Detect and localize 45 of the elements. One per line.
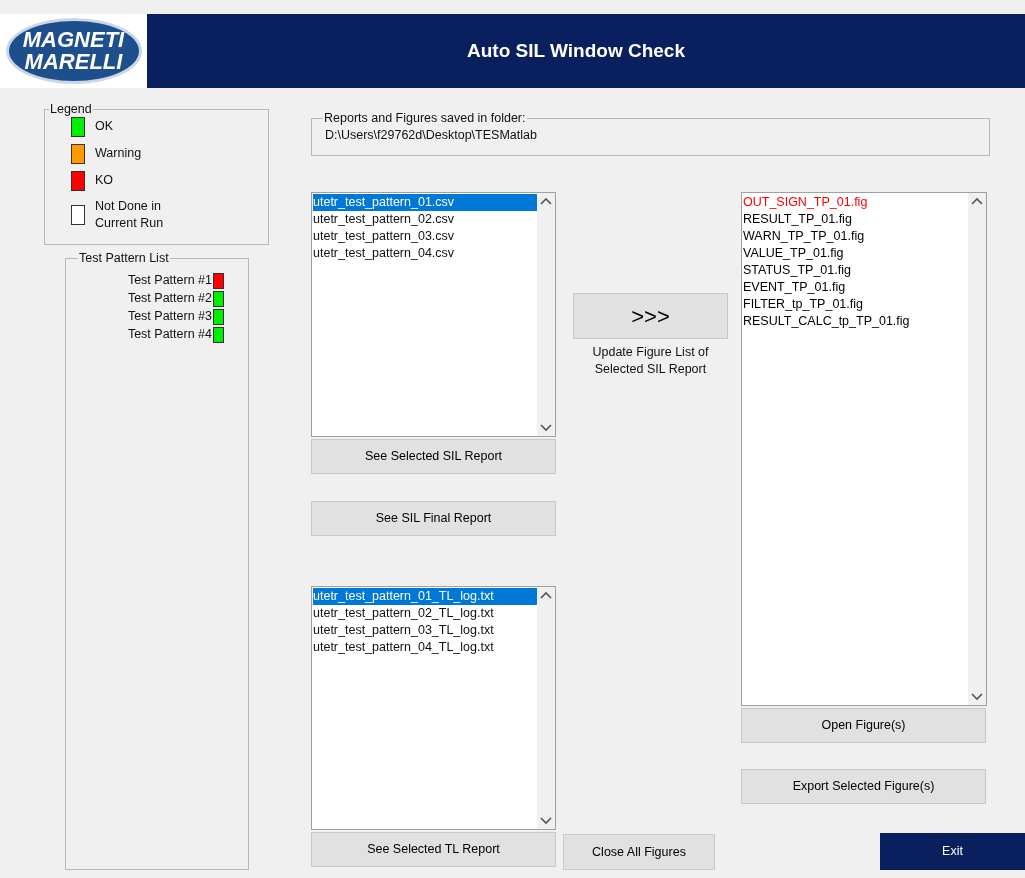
list-item[interactable]: utetr_test_pattern_02_TL_log.txt bbox=[313, 605, 537, 622]
scroll-up-icon[interactable] bbox=[540, 197, 552, 205]
test-pattern-title: Test Pattern List bbox=[78, 250, 170, 267]
update-button[interactable]: >>> bbox=[573, 293, 728, 339]
exit-button[interactable]: Exit bbox=[880, 833, 1025, 870]
test-pattern-label: Test Pattern #3 bbox=[127, 308, 212, 326]
list-item[interactable]: EVENT_TP_01.fig bbox=[743, 279, 968, 296]
test-pattern-label: Test Pattern #2 bbox=[127, 290, 212, 308]
update-caption: Update Figure List of Selected SIL Report bbox=[591, 344, 710, 378]
test-pattern-label: Test Pattern #4 bbox=[127, 326, 212, 344]
window-title: Auto SIL Window Check bbox=[467, 38, 685, 63]
list-item[interactable]: utetr_test_pattern_02.csv bbox=[313, 211, 537, 228]
action-button[interactable]: See Selected SIL Report bbox=[311, 439, 556, 474]
list-item[interactable]: RESULT_TP_01.fig bbox=[743, 211, 968, 228]
list-item[interactable]: utetr_test_pattern_03_TL_log.txt bbox=[313, 622, 537, 639]
legend-label: Warning bbox=[95, 145, 143, 163]
list-item[interactable]: STATUS_TP_01.fig bbox=[743, 262, 968, 279]
list-item[interactable]: VALUE_TP_01.fig bbox=[743, 245, 968, 262]
logo: MAGNETI MARELLI bbox=[5, 18, 142, 84]
legend-label: KO bbox=[95, 172, 115, 190]
list-item[interactable]: FILTER_tp_TP_01.fig bbox=[743, 296, 968, 313]
legend-label: Not Done in Current Run bbox=[95, 197, 165, 232]
scroll-down-icon[interactable] bbox=[971, 693, 983, 701]
list-item[interactable]: WARN_TP_TP_01.fig bbox=[743, 228, 968, 245]
action-button[interactable]: Open Figure(s) bbox=[741, 708, 986, 743]
scroll-down-icon[interactable] bbox=[540, 817, 552, 825]
list-item[interactable]: OUT_SIGN_TP_01.fig bbox=[743, 194, 968, 211]
list-item[interactable]: RESULT_CALC_tp_TP_01.fig bbox=[743, 313, 968, 330]
list-item[interactable]: utetr_test_pattern_04.csv bbox=[313, 245, 537, 262]
list-item[interactable]: utetr_test_pattern_04_TL_log.txt bbox=[313, 639, 537, 656]
list-item[interactable]: utetr_test_pattern_03.csv bbox=[313, 228, 537, 245]
legend-label: OK bbox=[95, 118, 115, 136]
list-item[interactable]: utetr_test_pattern_01.csv bbox=[313, 194, 537, 211]
scroll-up-icon[interactable] bbox=[540, 591, 552, 599]
list-item[interactable]: utetr_test_pattern_01_TL_log.txt bbox=[313, 588, 537, 605]
scroll-up-icon[interactable] bbox=[971, 197, 983, 205]
folder-path: D:\Users\f29762d\Desktop\TESMatlab bbox=[325, 126, 538, 144]
folder-title: Reports and Figures saved in folder: bbox=[323, 110, 527, 127]
action-button[interactable]: See Selected TL Report bbox=[311, 832, 556, 867]
test-pattern-label: Test Pattern #1 bbox=[127, 272, 212, 290]
action-button[interactable]: See SIL Final Report bbox=[311, 501, 556, 536]
action-button[interactable]: Close All Figures bbox=[563, 834, 715, 870]
legend-title: Legend bbox=[49, 101, 93, 118]
action-button[interactable]: Export Selected Figure(s) bbox=[741, 769, 986, 804]
scroll-down-icon[interactable] bbox=[540, 424, 552, 432]
